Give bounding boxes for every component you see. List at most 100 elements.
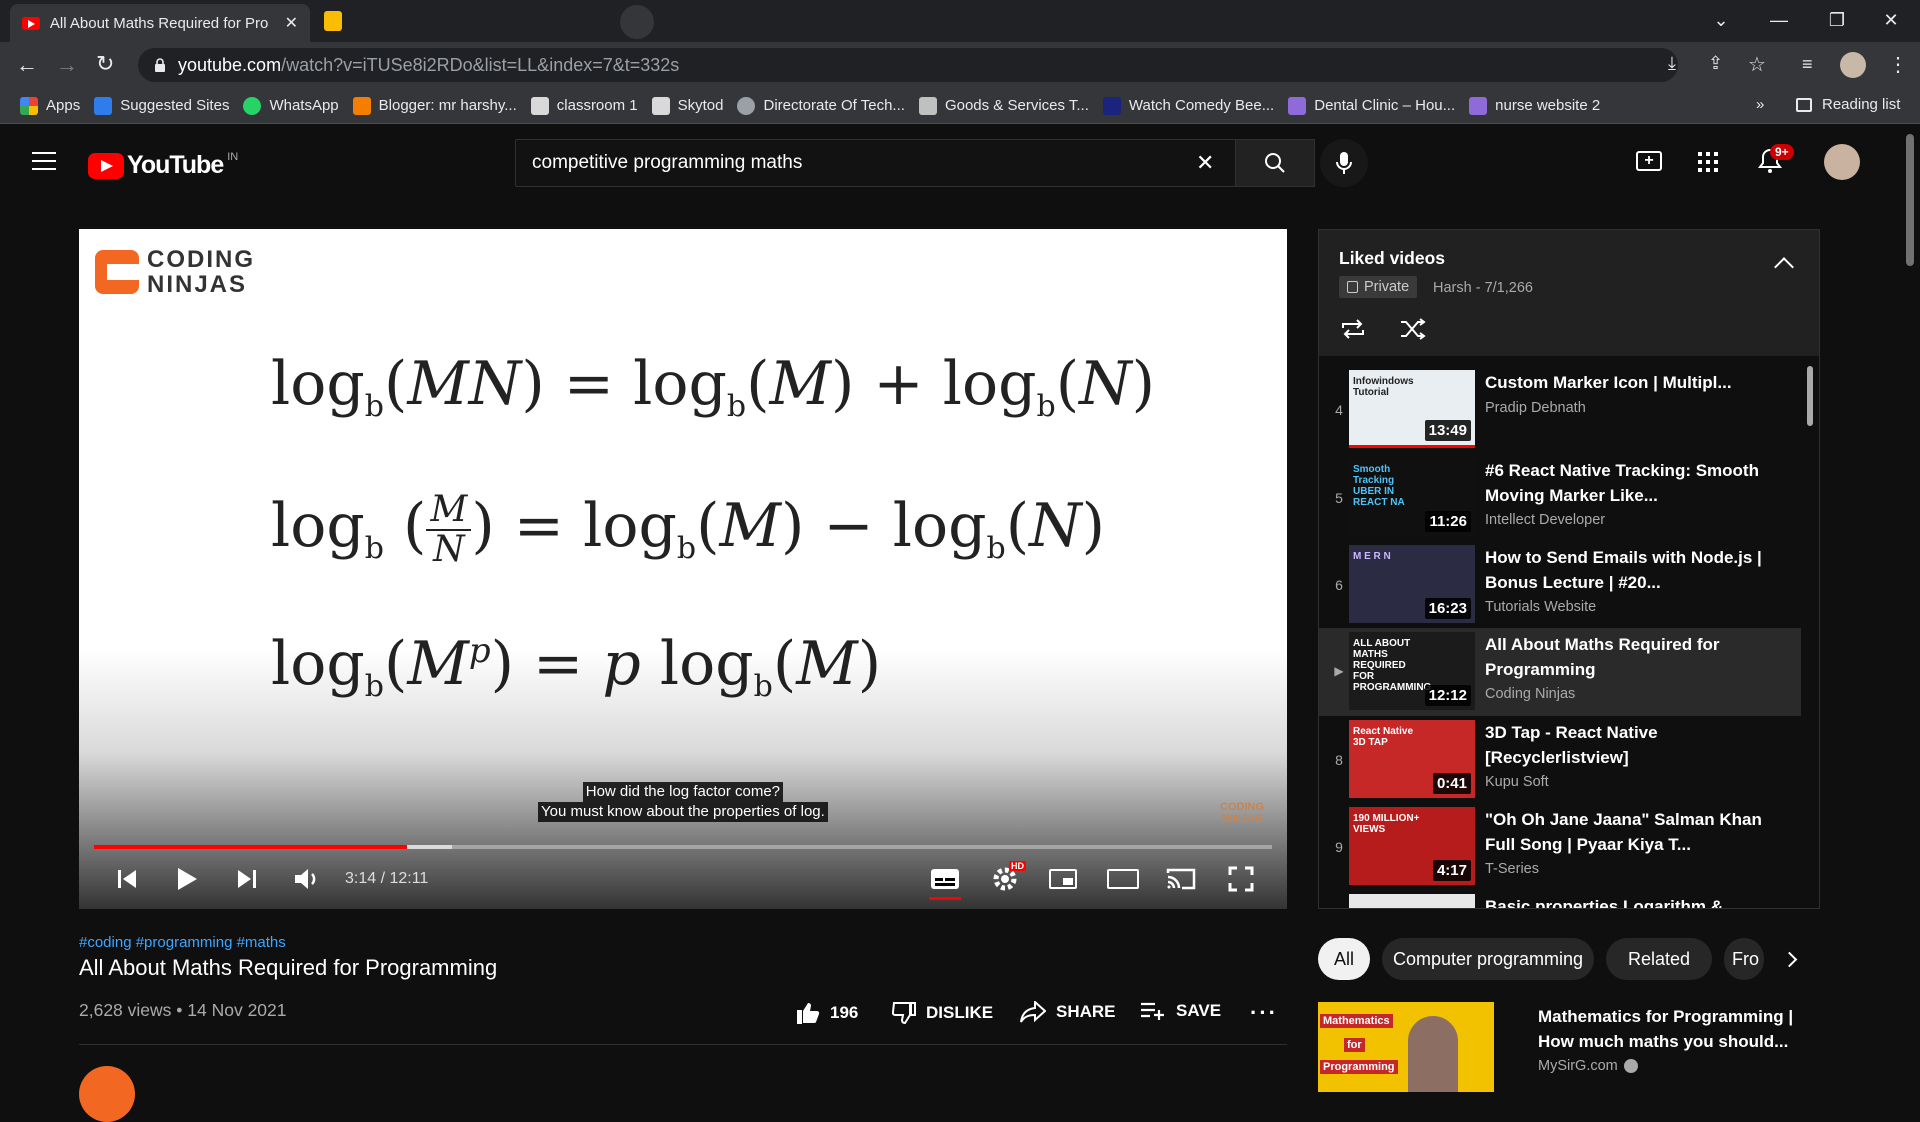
- bookmark-star-icon[interactable]: ☆: [1748, 52, 1766, 77]
- playlist-item-title[interactable]: 3D Tap - React Native [Recyclerlistview]: [1485, 720, 1785, 770]
- install-icon[interactable]: ⤓: [1668, 53, 1676, 74]
- playlist-item[interactable]: 6 M E R N 16:23 How to Send Emails with Nod…: [1319, 541, 1801, 629]
- playlist-item[interactable]: 8 React Native 3D TAP 0:41 3D Tap - React N…: [1319, 716, 1801, 804]
- playlist-scrollbar[interactable]: [1807, 366, 1813, 426]
- miniplayer-button[interactable]: [1045, 859, 1081, 899]
- chip-all[interactable]: All: [1318, 938, 1370, 980]
- bookmarks-overflow[interactable]: »: [1756, 96, 1764, 113]
- notifications-button[interactable]: 9+: [1758, 144, 1794, 179]
- theater-mode-button[interactable]: [1103, 859, 1143, 899]
- loop-icon[interactable]: [1339, 318, 1367, 345]
- bookmark-directorate[interactable]: Directorate Of Tech...: [737, 96, 905, 115]
- playlist-item-index: 4: [1335, 402, 1343, 418]
- collapse-chevron-icon[interactable]: [1774, 257, 1794, 277]
- address-bar[interactable]: youtube.com/watch?v=iTUSe8i2RDo&list=LL&…: [138, 48, 1766, 82]
- settings-button[interactable]: HD: [987, 859, 1026, 899]
- fullscreen-button[interactable]: [1223, 859, 1259, 899]
- recommended-channel-row[interactable]: MySirG.com: [1538, 1058, 1638, 1074]
- apps-grid-icon[interactable]: [1698, 152, 1718, 172]
- hashtags[interactable]: #coding #programming #maths: [79, 934, 286, 951]
- playlist-item[interactable]: 4 Infowindows Tutorial 13:49 Custom Marker …: [1319, 366, 1801, 454]
- search-button[interactable]: [1235, 139, 1315, 187]
- mute-button[interactable]: [289, 859, 325, 899]
- miniplayer-icon: [1049, 869, 1077, 889]
- playlist-item[interactable]: 5 Smooth Tracking UBER IN REACT NA 11:26 #6…: [1319, 454, 1801, 542]
- bookmark-whatsapp[interactable]: WhatsApp: [243, 96, 339, 115]
- reload-icon[interactable]: ↻: [96, 51, 114, 77]
- playlist-title[interactable]: Liked videos: [1339, 248, 1445, 269]
- voice-search-button[interactable]: [1320, 139, 1368, 187]
- bookmark-gst[interactable]: Goods & Services T...: [918, 96, 1089, 115]
- hamburger-menu-icon[interactable]: [32, 152, 56, 170]
- channel-avatar[interactable]: [79, 1066, 135, 1122]
- recommended-thumbnail[interactable]: Mathematics for Programming: [1318, 1002, 1494, 1092]
- keep-tab-icon[interactable]: [324, 11, 342, 31]
- reading-list-button[interactable]: Reading list: [1796, 96, 1900, 113]
- previous-button[interactable]: [109, 859, 145, 899]
- tab-search-icon[interactable]: ⌄: [1692, 0, 1750, 40]
- next-button[interactable]: [229, 859, 265, 899]
- playlist-item-channel: Tutorials Website: [1485, 599, 1597, 615]
- clear-search-icon[interactable]: ✕: [1196, 150, 1214, 176]
- playlist-item-title[interactable]: All About Maths Required for Programming: [1485, 632, 1785, 682]
- progress-bar[interactable]: [94, 845, 1272, 849]
- bookmark-dental[interactable]: Dental Clinic – Hou...: [1288, 96, 1455, 115]
- playlist-item-title[interactable]: #6 React Native Tracking: Smooth Moving …: [1485, 458, 1785, 508]
- browser-tab-active[interactable]: All About Maths Required for Pro ✕: [10, 4, 310, 42]
- more-actions-icon[interactable]: ···: [1250, 1000, 1278, 1026]
- shuffle-icon[interactable]: [1399, 318, 1427, 345]
- minimize-button[interactable]: —: [1750, 0, 1808, 40]
- playlist-item-thumbnail[interactable]: Smooth Tracking UBER IN REACT NA 11:26: [1349, 458, 1475, 536]
- playlist-item-title[interactable]: How to Send Emails with Node.js | Bonus …: [1485, 545, 1785, 595]
- reading-list-label: Reading list: [1822, 96, 1901, 113]
- profile-avatar[interactable]: [1840, 52, 1866, 78]
- playlist-item[interactable]: 1016:03Basic properties Logarithm & exam…: [1319, 890, 1801, 908]
- chip-computer-programming[interactable]: Computer programming: [1382, 938, 1594, 980]
- share-button[interactable]: SHARE: [1020, 1001, 1116, 1023]
- account-avatar[interactable]: [1824, 144, 1860, 180]
- close-window-button[interactable]: ✕: [1862, 0, 1920, 40]
- brand-line-2: NINJAS: [147, 271, 248, 298]
- cast-button[interactable]: [1163, 859, 1199, 899]
- forward-icon[interactable]: →: [56, 52, 78, 78]
- playlist-item-thumbnail[interactable]: 16:03: [1349, 894, 1475, 908]
- search-input[interactable]: competitive programming maths ✕: [515, 139, 1265, 187]
- subtitles-button[interactable]: [927, 859, 963, 900]
- bookmark-nurse[interactable]: nurse website 2: [1469, 96, 1600, 115]
- playlist-item-title[interactable]: Custom Marker Icon | Multipl...: [1485, 370, 1785, 395]
- youtube-logo[interactable]: YouTube IN: [88, 151, 238, 180]
- playlist-item-title[interactable]: "Oh Oh Jane Jaana" Salman Khan Full Song…: [1485, 807, 1785, 857]
- video-player[interactable]: CODING NINJAS logb(MN) = logb(M) + logb(…: [79, 229, 1287, 909]
- bookmark-skytod[interactable]: Skytod: [651, 96, 723, 115]
- playlist-item-thumbnail[interactable]: Infowindows Tutorial 13:49: [1349, 370, 1475, 448]
- browser-menu-icon[interactable]: ⋮: [1888, 52, 1908, 77]
- back-icon[interactable]: ←: [16, 52, 38, 78]
- chips-next-chevron-icon[interactable]: [1781, 951, 1798, 968]
- bookmark-suggested-sites[interactable]: Suggested Sites: [94, 96, 229, 115]
- share-page-icon[interactable]: ⇪: [1708, 53, 1723, 74]
- page-scrollbar[interactable]: [1906, 134, 1914, 266]
- bookmark-classroom[interactable]: classroom 1: [530, 96, 638, 115]
- playlist-item[interactable]: ▶ ALL ABOUT MATHS REQUIRED FOR PROGRAMMIN…: [1319, 628, 1801, 716]
- bookmark-comedy[interactable]: Watch Comedy Bee...: [1102, 96, 1274, 115]
- dislike-button[interactable]: DISLIKE: [892, 1001, 993, 1025]
- reading-list-toggle-icon[interactable]: ≡: [1802, 54, 1813, 75]
- bookmark-blogger[interactable]: Blogger: mr harshy...: [352, 96, 517, 115]
- restore-button[interactable]: ❐: [1808, 0, 1866, 40]
- create-video-icon[interactable]: +: [1636, 151, 1662, 171]
- new-tab-button[interactable]: [620, 5, 654, 39]
- play-button[interactable]: [169, 859, 205, 899]
- playlist-item-thumbnail[interactable]: 190 MILLION+ VIEWS 4:17: [1349, 807, 1475, 885]
- recommended-title[interactable]: Mathematics for Programming | How much m…: [1538, 1004, 1808, 1054]
- like-button[interactable]: 196: [796, 1001, 858, 1025]
- bookmark-apps[interactable]: Apps: [20, 96, 80, 115]
- tab-close-icon[interactable]: ✕: [285, 13, 298, 33]
- playlist-item-thumbnail[interactable]: React Native 3D TAP 0:41: [1349, 720, 1475, 798]
- playlist-item-thumbnail[interactable]: M E R N 16:23: [1349, 545, 1475, 623]
- playlist-item[interactable]: 9 190 MILLION+ VIEWS 4:17 "Oh Oh Jane Jaana…: [1319, 803, 1801, 891]
- chip-from[interactable]: Fro: [1724, 938, 1764, 980]
- chip-related[interactable]: Related: [1606, 938, 1712, 980]
- playlist-item-thumbnail[interactable]: ALL ABOUT MATHS REQUIRED FOR PROGRAMMING…: [1349, 632, 1475, 710]
- save-button[interactable]: SAVE: [1140, 1001, 1221, 1021]
- playlist-item-title[interactable]: Basic properties Logarithm & examples fo…: [1485, 894, 1785, 908]
